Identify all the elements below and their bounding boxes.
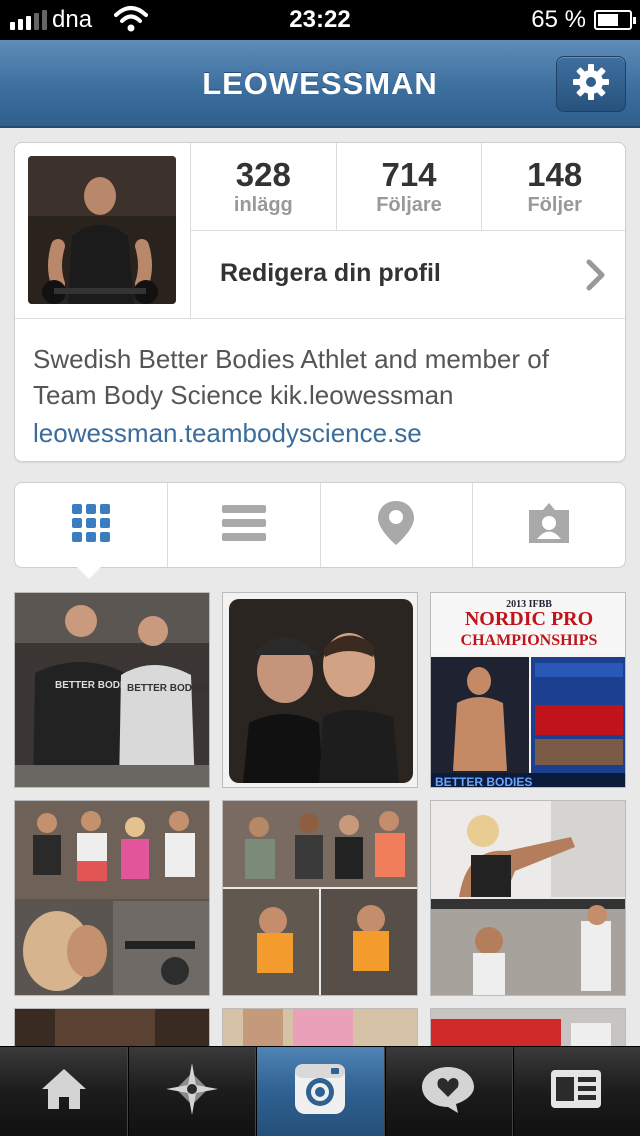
photo-thumbnail[interactable] xyxy=(222,800,418,996)
active-tab-pointer xyxy=(76,566,102,579)
camera-icon xyxy=(293,1062,347,1121)
profile-username-title: LEOWESSMAN xyxy=(202,66,438,101)
tab-grid-view[interactable] xyxy=(15,483,167,567)
tab-map-view[interactable] xyxy=(319,483,473,567)
stat-label: Följare xyxy=(376,194,442,216)
stat-value: 328 xyxy=(235,156,291,193)
gear-icon xyxy=(571,62,611,107)
photo-thumbnail[interactable]: 2013 IFBB NORDIC PRO CHAMPIONSHIPS BETTE… xyxy=(430,592,626,788)
shirt-text: BETTER BODIES xyxy=(55,680,136,691)
posts-count[interactable]: 328 inlägg xyxy=(190,143,336,230)
chevron-right-icon xyxy=(585,259,607,296)
poster-text: BETTER BODIES xyxy=(435,775,532,788)
tab-profile[interactable] xyxy=(511,1047,640,1136)
tab-list-view[interactable] xyxy=(166,483,320,567)
profile-card: 328 inlägg 714 Följare 148 Följer Redige… xyxy=(14,142,626,462)
photo-thumbnail[interactable] xyxy=(222,1008,418,1048)
photos-of-me-icon xyxy=(526,500,572,551)
tab-home[interactable] xyxy=(0,1047,127,1136)
photo-thumbnail[interactable] xyxy=(222,592,418,788)
photo-thumbnail[interactable] xyxy=(14,800,210,996)
explore-icon xyxy=(165,1063,218,1120)
profile-icon xyxy=(550,1069,602,1114)
battery-percentage: 65 % xyxy=(531,6,586,33)
view-mode-tabs xyxy=(14,482,626,568)
tab-camera[interactable] xyxy=(255,1047,384,1136)
stat-value: 148 xyxy=(527,156,583,193)
photo-thumbnail[interactable]: BETTER BODIES BETTER BODIES xyxy=(14,592,210,788)
website-link[interactable]: leowessman.teambodyscience.se xyxy=(33,413,609,453)
settings-button[interactable] xyxy=(556,56,626,112)
poster-text: NORDIC PRO xyxy=(465,608,593,630)
poster-text: CHAMPIONSHIPS xyxy=(461,632,598,649)
following-count[interactable]: 148 Följer xyxy=(481,143,625,230)
tab-explore[interactable] xyxy=(127,1047,255,1136)
map-pin-icon xyxy=(376,499,416,552)
followers-count[interactable]: 714 Följare xyxy=(335,143,482,230)
grid-icon xyxy=(71,503,111,548)
bio-line: Team Body Science kik.leowessman xyxy=(33,380,454,410)
photo-thumbnail[interactable] xyxy=(430,800,626,996)
battery-icon xyxy=(594,10,636,30)
status-bar: dna 23:22 65 % xyxy=(0,0,640,40)
stat-label: Följer xyxy=(527,194,582,216)
profile-bio: Swedish Better Bodies Athlet and member … xyxy=(15,318,625,461)
profile-stats: 328 inlägg 714 Följare 148 Följer xyxy=(190,143,625,231)
stat-value: 714 xyxy=(381,156,437,193)
activity-icon xyxy=(420,1063,476,1120)
navigation-bar: LEOWESSMAN xyxy=(0,40,640,128)
home-icon xyxy=(40,1067,88,1116)
stat-label: inlägg xyxy=(233,194,293,216)
photo-thumbnail[interactable] xyxy=(14,1008,210,1048)
tab-activity[interactable] xyxy=(383,1047,512,1136)
bottom-tab-bar xyxy=(0,1046,640,1136)
edit-profile-button[interactable]: Redigera din profil xyxy=(190,231,625,318)
bio-line: Swedish Better Bodies Athlet and member … xyxy=(33,344,549,374)
avatar[interactable] xyxy=(28,156,176,304)
tab-photos-of-me[interactable] xyxy=(472,483,625,567)
photo-thumbnail[interactable] xyxy=(430,1008,626,1048)
shirt-text: BETTER BODIES xyxy=(127,683,208,694)
edit-profile-label: Redigera din profil xyxy=(220,259,441,287)
list-icon xyxy=(221,504,266,546)
